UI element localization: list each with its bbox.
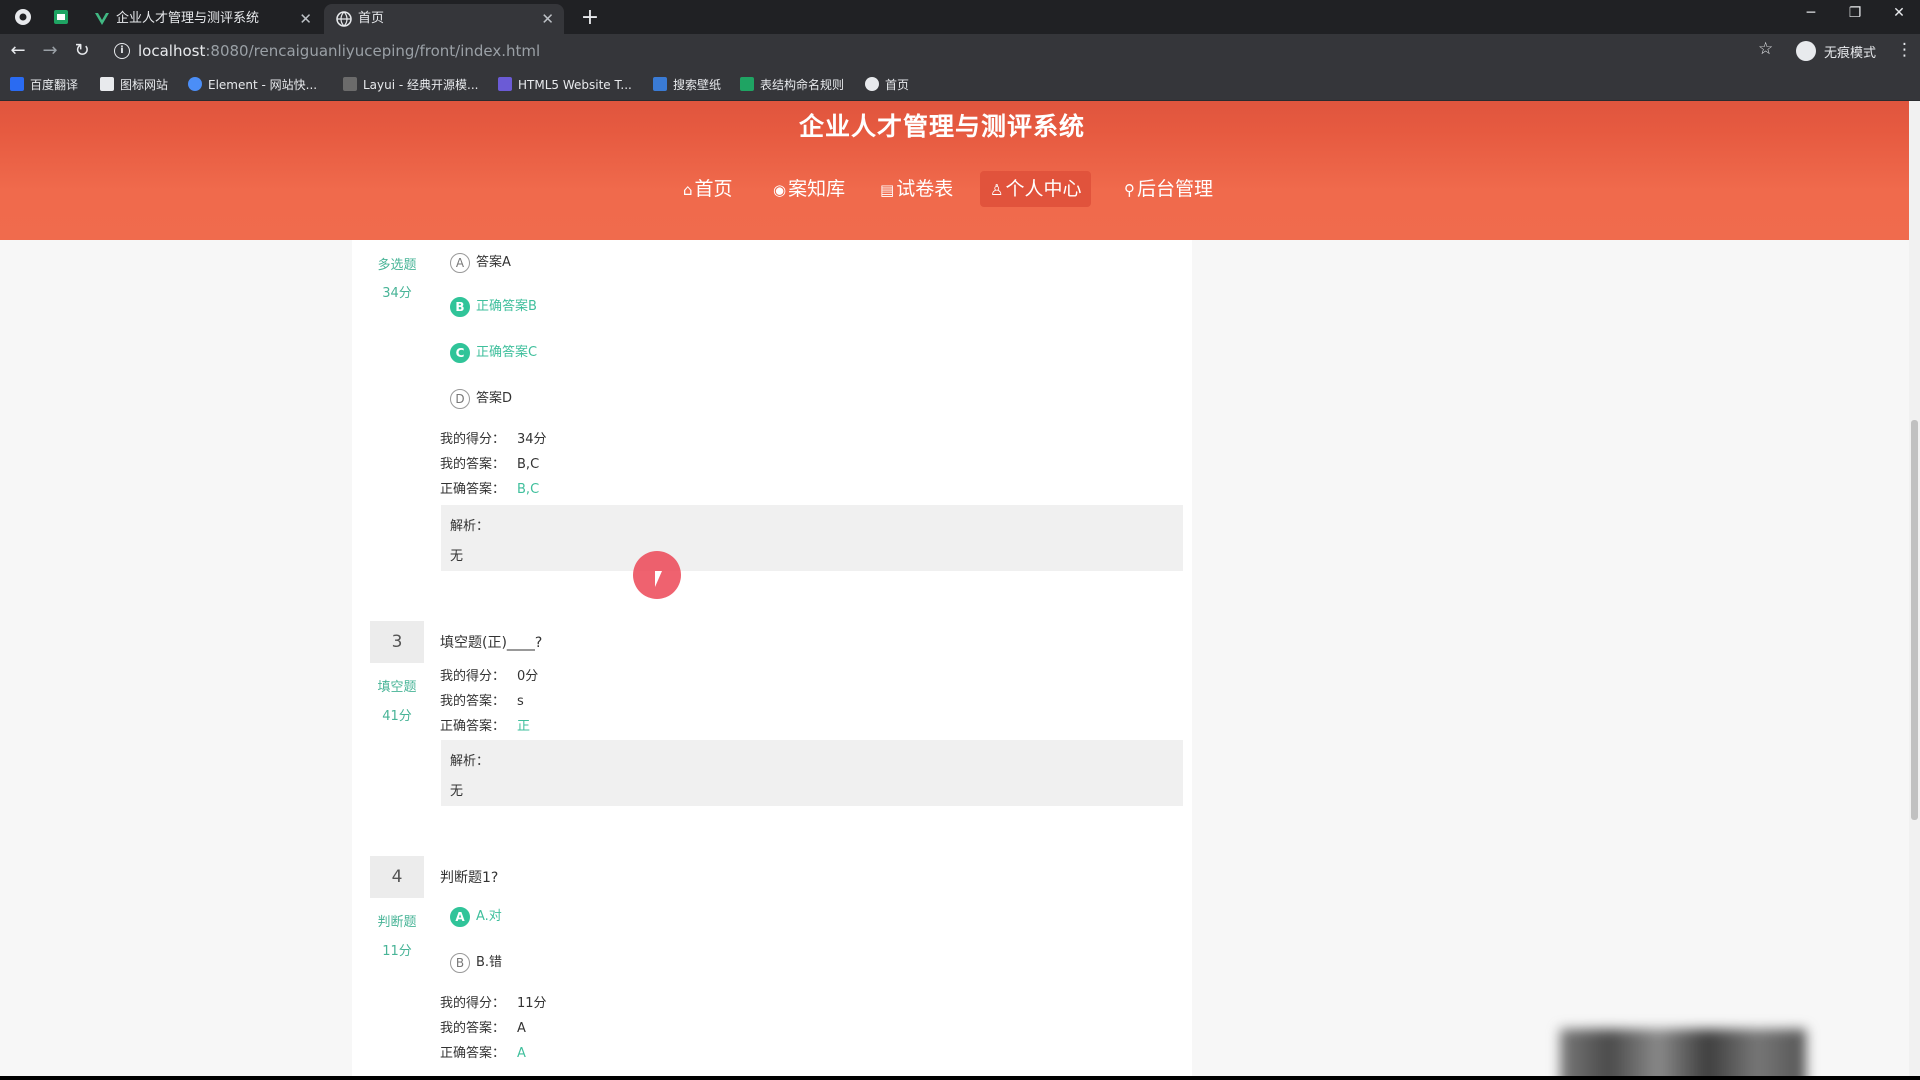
bookmark-item[interactable]: 百度翻译 xyxy=(10,76,78,94)
my-score-line: 我的得分： 34分 xyxy=(440,432,547,447)
close-window-icon[interactable]: ✕ xyxy=(1878,0,1920,28)
address-bar[interactable]: i localhost:8080/rencaiguanliyuceping/fr… xyxy=(104,38,1774,64)
flag-icon xyxy=(100,77,114,91)
tab-label: 企业人才管理与测评系统 xyxy=(116,11,260,26)
browser-tab-bar: 企业人才管理与测评系统 ✕ 首页 ✕ + ─ ❐ ✕ xyxy=(0,0,1920,34)
option-d[interactable]: D 答案D xyxy=(450,388,512,410)
my-answer-line: 我的答案： B,C xyxy=(440,457,540,472)
scrollbar-thumb[interactable] xyxy=(1911,420,1918,820)
mouse-cursor-icon xyxy=(655,571,662,587)
nav-personal-center[interactable]: ♙ 个人中心 xyxy=(980,171,1092,207)
library-icon: ◉ xyxy=(773,181,787,199)
tab-home[interactable]: 首页 ✕ xyxy=(324,4,564,34)
site-info-icon[interactable]: i xyxy=(114,43,130,59)
bottom-edge xyxy=(0,1076,1920,1080)
nav-case-library[interactable]: ◉ 案知库 xyxy=(773,171,845,207)
wallpaper-icon xyxy=(653,77,667,91)
blurred-watermark xyxy=(1560,1029,1806,1076)
browser-menu-icon[interactable] xyxy=(14,8,32,26)
link-icon: ⚲ xyxy=(1124,181,1135,199)
correct-answer-line: 正确答案： B,C xyxy=(440,482,540,497)
minimize-icon[interactable]: ─ xyxy=(1790,0,1832,28)
bookmark-item[interactable]: Element - 网站快... xyxy=(188,76,317,94)
new-tab-button[interactable]: + xyxy=(576,4,604,32)
question-score: 41分 xyxy=(382,709,412,724)
bookmark-item[interactable]: 图标网站 xyxy=(100,76,168,94)
nav-admin[interactable]: ⚲ 后台管理 xyxy=(1124,171,1213,207)
question-title: 判断题1? xyxy=(440,870,499,886)
site-title: 企业人才管理与测评系统 xyxy=(798,112,1085,141)
spreadsheet-icon[interactable] xyxy=(52,8,70,26)
forward-icon[interactable]: → xyxy=(38,39,62,63)
option-c[interactable]: C 正确答案C xyxy=(450,342,537,364)
close-tab-icon[interactable]: ✕ xyxy=(541,4,554,34)
translate-icon xyxy=(10,77,24,91)
analysis-label: 解析： xyxy=(450,754,490,769)
tab-talent-system[interactable]: 企业人才管理与测评系统 ✕ xyxy=(82,4,322,34)
site-header: 企业人才管理与测评系统 ⌂ 首页 ◉ 案知库 ▤ 试卷表 ♙ 个人中心 ⚲ 后台管理 xyxy=(0,101,1909,240)
element-icon xyxy=(188,77,202,91)
restore-icon[interactable]: ❐ xyxy=(1834,0,1876,28)
back-icon[interactable]: ← xyxy=(6,39,30,63)
question-score: 11分 xyxy=(382,944,412,959)
correct-answer-line: 正确答案：正 xyxy=(440,719,531,734)
layui-icon xyxy=(343,77,357,91)
vue-icon xyxy=(95,13,109,25)
nav-exam-papers[interactable]: ▤ 试卷表 xyxy=(880,171,953,207)
globe-icon xyxy=(336,11,352,27)
option-a[interactable]: A 答案A xyxy=(450,252,511,274)
bookmark-item[interactable]: 搜索壁纸 xyxy=(653,76,721,94)
option-a[interactable]: A A.对 xyxy=(450,906,502,928)
bookmarks-bar: 百度翻译 图标网站 Element - 网站快... Layui - 经典开源模… xyxy=(0,68,1920,101)
analysis-text: 无 xyxy=(450,549,464,564)
bookmark-item[interactable]: 首页 xyxy=(865,76,909,94)
url-text[interactable]: localhost:8080/rencaiguanliyuceping/fron… xyxy=(138,42,540,60)
analysis-box: 解析： 无 xyxy=(441,740,1183,806)
my-answer-line: 我的答案： s xyxy=(440,694,524,709)
globe-icon xyxy=(865,77,879,91)
option-b[interactable]: B B.错 xyxy=(450,952,502,974)
table-icon xyxy=(740,77,754,91)
question-type: 填空题 xyxy=(377,680,417,695)
analysis-text: 无 xyxy=(450,784,464,799)
paper-icon: ▤ xyxy=(880,181,895,199)
exam-result-card: 多选题 34分 A 答案A B 正确答案B C 正确答案C D 答案D 我的得分： 34分… xyxy=(352,240,1192,1076)
browser-toolbar: ← → ↻ i localhost:8080/rencaiguanliyucep… xyxy=(0,34,1920,68)
my-score-line: 我的得分： 11分 xyxy=(440,996,547,1011)
bookmark-star-icon[interactable]: ☆ xyxy=(1758,39,1773,59)
user-icon: ♙ xyxy=(990,181,1004,199)
incognito-label[interactable]: 无痕模式 xyxy=(1824,42,1876,61)
analysis-box: 解析： 无 xyxy=(441,505,1183,571)
home-icon: ⌂ xyxy=(683,181,693,199)
question-title: 填空题(正)____? xyxy=(440,635,543,651)
correct-answer-line: 正确答案： A xyxy=(440,1046,526,1061)
question-score: 34分 xyxy=(382,286,412,301)
question-type: 判断题 xyxy=(377,915,417,930)
reload-icon[interactable]: ↻ xyxy=(70,39,94,63)
bookmark-item[interactable]: 表结构命名规则 xyxy=(740,76,844,94)
bookmark-item[interactable]: HTML5 Website T... xyxy=(498,76,632,94)
my-score-line: 我的得分： 0分 xyxy=(440,669,539,684)
question-number: 4 xyxy=(370,856,424,898)
my-answer-line: 我的答案： A xyxy=(440,1021,526,1036)
bookmark-item[interactable]: Layui - 经典开源模... xyxy=(343,76,478,94)
incognito-icon[interactable] xyxy=(1796,41,1816,61)
nav-home[interactable]: ⌂ 首页 xyxy=(683,171,733,207)
question-type: 多选题 xyxy=(377,258,417,273)
question-number: 3 xyxy=(370,621,424,663)
close-tab-icon[interactable]: ✕ xyxy=(299,4,312,34)
option-b[interactable]: B 正确答案B xyxy=(450,296,537,318)
tab-label: 首页 xyxy=(358,11,385,26)
more-menu-icon[interactable]: ⋮ xyxy=(1896,40,1913,60)
page-viewport: 企业人才管理与测评系统 ⌂ 首页 ◉ 案知库 ▤ 试卷表 ♙ 个人中心 ⚲ 后台管理 多选… xyxy=(0,101,1920,1076)
html5-icon xyxy=(498,77,512,91)
analysis-label: 解析： xyxy=(450,519,490,534)
